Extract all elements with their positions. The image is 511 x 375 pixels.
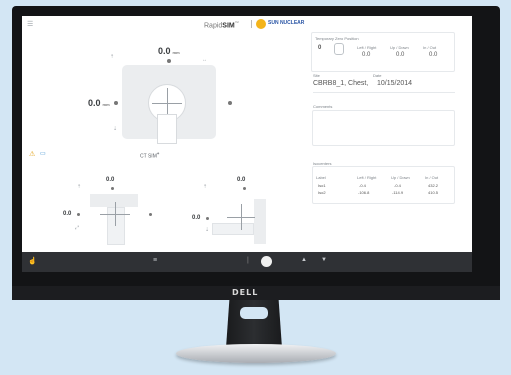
iso-row-2-lr: -106.8 xyxy=(358,190,370,195)
pointer-icon[interactable]: ☝ xyxy=(28,257,37,265)
iso-header-lr: Left / Right xyxy=(357,175,377,180)
company-name: SUN NUCLEAR xyxy=(268,20,305,26)
iso-header-io: In / Out xyxy=(425,175,439,180)
small-marker-2[interactable] xyxy=(77,213,80,216)
top-marker-dot[interactable] xyxy=(167,59,171,63)
record-icon[interactable] xyxy=(261,256,272,267)
warning-icon[interactable]: ⚠ xyxy=(29,150,35,158)
axis-arrow-up-icon: ⇡ xyxy=(110,54,115,60)
couch-lock-icon[interactable] xyxy=(334,43,344,55)
small-marker-3[interactable] xyxy=(149,213,152,216)
iso-row-1-lr: -0.4 xyxy=(359,183,366,188)
comments-label: Comments xyxy=(313,104,333,109)
site-value[interactable]: CBRB8_1, Chest, xyxy=(313,80,368,87)
screen: ☰ RapidSIM™ SUN NUCLEAR Temporary Zero P… xyxy=(22,16,472,272)
iso-row-2-name[interactable]: Iso2 xyxy=(318,190,326,195)
comments-box[interactable] xyxy=(312,110,455,146)
app-title: RapidSIM™ xyxy=(204,20,239,30)
small-value-3: 0.0 xyxy=(237,177,246,183)
axis-arrow-down-icon: ⇣ xyxy=(113,126,118,132)
iso-row-1-ud: -0.4 xyxy=(394,183,401,188)
couch-panel-title: Temporary Zero Position xyxy=(315,36,359,41)
date-value[interactable]: 10/15/2014 xyxy=(377,80,412,87)
bottom-toolbar: ☝ ≡ | ▲ ▼ xyxy=(22,252,472,272)
small-marker-5[interactable] xyxy=(206,217,209,220)
small-axis-icon-2: ⤢ xyxy=(75,225,80,231)
down-icon[interactable]: ▼ xyxy=(321,257,327,263)
couch-value-lr: 0.0 xyxy=(362,52,371,58)
hamburger-menu-icon[interactable]: ☰ xyxy=(27,20,33,28)
up-icon[interactable]: ▲ xyxy=(301,257,307,263)
couch-value-io: 0.0 xyxy=(429,52,438,58)
info-icon[interactable]: ▭ xyxy=(40,150,46,157)
ct-sim-label: CT SIM+ xyxy=(140,151,160,160)
couch-header-ud: Up / Down xyxy=(390,45,409,50)
left-value: 0.0 mm xyxy=(88,98,110,108)
side-view-body xyxy=(90,194,138,207)
iso-row-2-io: 410.5 xyxy=(428,190,439,195)
couch-zero-label: 0 xyxy=(318,45,322,51)
toolbar-separator: | xyxy=(247,257,249,264)
small-axis-icon-3: ⇡ xyxy=(203,184,208,190)
small-marker-1[interactable] xyxy=(111,187,114,190)
iso-row-1-io: 432.2 xyxy=(428,183,439,188)
lateral-couch xyxy=(212,223,254,235)
lateral-crosshair-v xyxy=(241,204,242,230)
couch-panel: Temporary Zero Position 0 Left / Right U… xyxy=(311,32,455,72)
sun-nuclear-logo-icon xyxy=(256,19,266,29)
small-value-1: 0.0 xyxy=(106,177,115,183)
couch-header-lr: Left / Right xyxy=(357,45,377,50)
monitor-stand-base xyxy=(176,344,336,363)
iso-row-1-name[interactable]: Iso1 xyxy=(318,183,326,188)
small-marker-4[interactable] xyxy=(243,187,246,190)
site-label: Site xyxy=(313,73,320,78)
top-value: 0.0 mm xyxy=(158,46,180,56)
isocenters-table: Label Left / Right Up / Down In / Out Is… xyxy=(312,166,455,204)
stand-cable-hole xyxy=(240,307,268,319)
small-value-4: 0.0 xyxy=(192,215,201,221)
right-marker-dot[interactable] xyxy=(228,101,232,105)
small-axis-icon-1: ⇡ xyxy=(77,184,82,190)
iso-row-2-ud: -114.9 xyxy=(392,190,404,195)
site-divider xyxy=(313,92,455,93)
small-axis-icon-4: ⇣ xyxy=(205,227,210,233)
side-view-couch xyxy=(107,207,125,245)
iso-header-ud: Up / Down xyxy=(391,175,410,180)
small-value-2: 0.0 xyxy=(63,211,72,217)
couch-value-ud: 0.0 xyxy=(396,52,405,58)
dell-logo: DELL xyxy=(232,288,259,297)
toolbar-menu-icon[interactable]: ≡ xyxy=(153,257,157,264)
side-crosshair-v xyxy=(115,202,116,226)
date-label: Date xyxy=(373,73,382,78)
couch-top xyxy=(157,114,177,144)
rotate-icon[interactable]: ↔ xyxy=(202,57,207,63)
title-divider xyxy=(251,20,252,28)
left-marker-dot[interactable] xyxy=(114,101,118,105)
lateral-body xyxy=(254,199,266,244)
couch-header-io: In / Out xyxy=(423,45,437,50)
